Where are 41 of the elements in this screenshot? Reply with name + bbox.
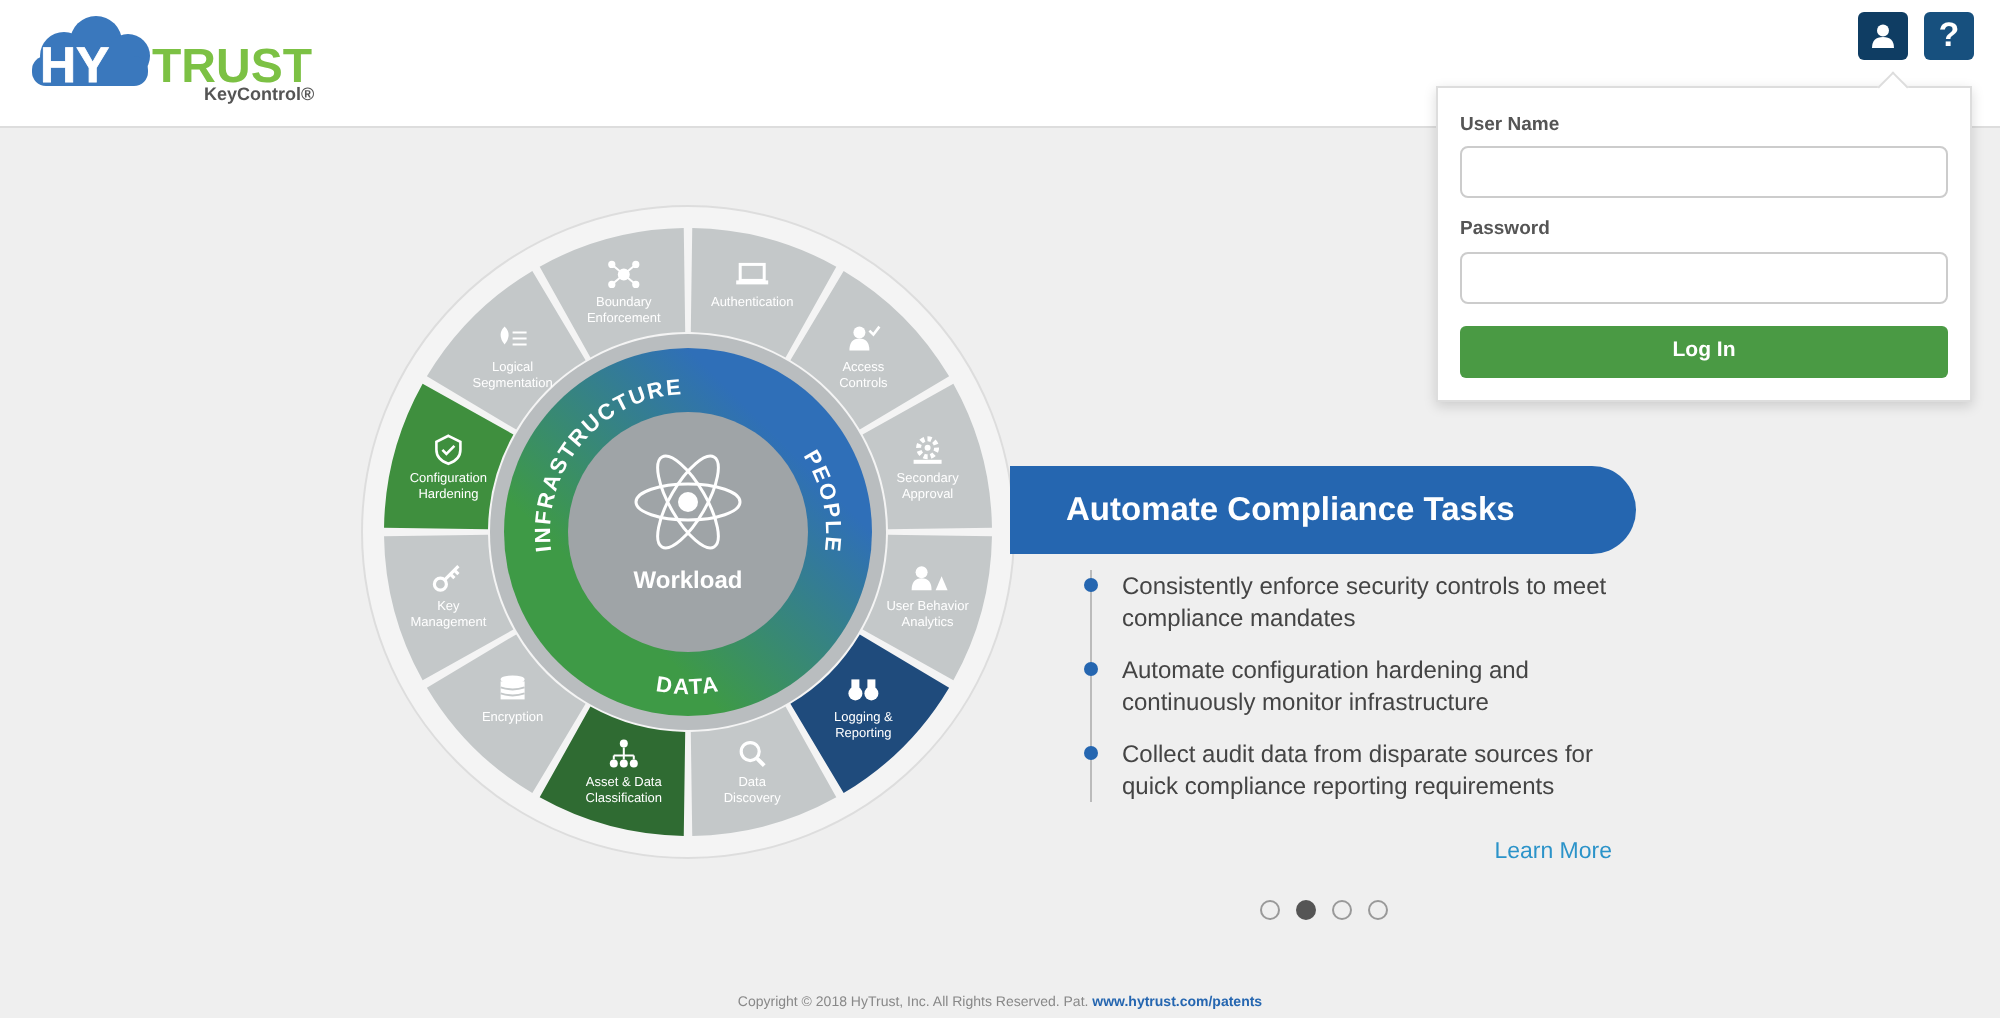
laptop-icon [736,262,769,285]
bullet-dot [1084,746,1098,760]
search-icon [739,741,766,767]
wheel-segment[interactable] [539,706,686,836]
database-icon [499,675,526,700]
user-alert-icon [911,566,948,591]
wheel-segment[interactable] [790,634,950,794]
login-button[interactable]: Log In [1460,325,1948,377]
key-icon [432,564,460,592]
bullet-dot [1084,578,1098,592]
ring-label: DATA [654,673,722,701]
carousel-dot[interactable] [1331,900,1351,920]
user-icon [1872,24,1894,48]
input-field[interactable] [1460,251,1948,303]
wheel-segment[interactable] [690,706,837,836]
field-label: Password [1460,216,1552,245]
logo-text: HY [40,38,110,94]
user-button[interactable] [1858,12,1908,60]
field-label: User Name [1460,112,1562,140]
logo-cloud-icon [32,16,150,86]
gear-icon [913,436,942,464]
wheel-segment[interactable] [862,534,992,681]
bullet-text: Collect audit data from disparate sources for quick compliance reporting requirements [1122,740,1593,800]
slide-title-banner: Automate Compliance Tasks [1010,466,1636,554]
binoculars-icon [848,679,879,701]
wheel-segment[interactable] [426,634,586,794]
bullet-text: Automate configuration hardening and continuously monitor infrastructure [1122,656,1529,716]
input-field[interactable] [1460,146,1948,199]
carousel-dot[interactable] [1367,900,1387,920]
bullet-dot [1084,662,1098,676]
user-icon [849,325,881,351]
center-label: Workload [633,566,743,594]
shield-icon [435,434,462,466]
learn-more-link[interactable]: Learn More [1494,840,1612,864]
carousel-dot[interactable] [1259,900,1279,920]
hierarchy-icon [609,739,638,768]
network-icon [608,260,640,288]
bullet-text: Consistently enforce security controls to meet compliance mandates [1122,572,1607,632]
wheel-segment[interactable] [790,270,950,430]
help-button[interactable]: ? [1924,12,1974,60]
carousel-dot[interactable] [1295,900,1315,920]
